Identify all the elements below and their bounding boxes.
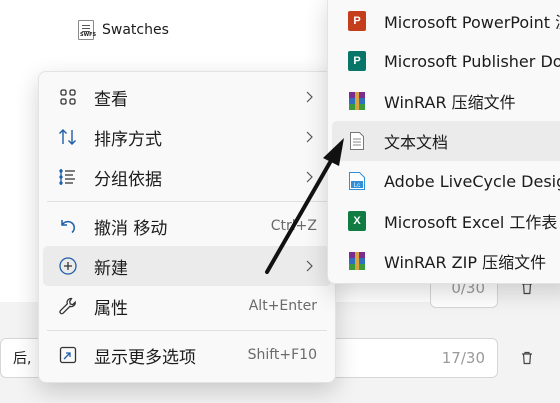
powerpoint-icon: P bbox=[346, 10, 368, 32]
text-document-icon bbox=[346, 130, 368, 152]
file-name: Swatches bbox=[102, 22, 169, 38]
field-text: 后, bbox=[13, 351, 32, 367]
chevron-right-icon bbox=[305, 259, 317, 273]
menu-item-properties[interactable]: 属性 Alt+Enter bbox=[43, 286, 331, 326]
submenu-item-excel[interactable]: X Microsoft Excel 工作表 bbox=[332, 201, 560, 241]
winrar-icon bbox=[346, 90, 368, 112]
shortcut-label: Shift+F10 bbox=[247, 347, 317, 363]
menu-separator bbox=[47, 330, 327, 331]
submenu-item-livecycle[interactable]: Lc Adobe LiveCycle Design bbox=[332, 161, 560, 201]
publisher-icon: P bbox=[346, 50, 368, 72]
winrar-zip-icon bbox=[346, 250, 368, 272]
file-item-swatches[interactable]: SWFS Swatches bbox=[78, 20, 169, 40]
delete-icon[interactable] bbox=[517, 348, 537, 368]
menu-item-sort[interactable]: 排序方式 bbox=[43, 117, 331, 157]
chevron-right-icon bbox=[305, 170, 317, 184]
chevron-right-icon bbox=[305, 90, 317, 104]
char-counter: 17/30 bbox=[441, 349, 485, 367]
svg-text:Lc: Lc bbox=[354, 183, 360, 189]
submenu-item-powerpoint[interactable]: P Microsoft PowerPoint 演 bbox=[332, 1, 560, 41]
menu-separator bbox=[47, 201, 327, 202]
grid-icon bbox=[57, 86, 79, 108]
wrench-icon bbox=[57, 295, 79, 317]
excel-icon: X bbox=[346, 210, 368, 232]
undo-icon bbox=[57, 215, 79, 237]
submenu-item-winrar[interactable]: WinRAR 压缩文件 bbox=[332, 81, 560, 121]
menu-item-group-by[interactable]: 分组依据 bbox=[43, 157, 331, 197]
shortcut-label: Ctrl+Z bbox=[270, 218, 317, 234]
menu-item-view[interactable]: 查看 bbox=[43, 77, 331, 117]
more-options-icon bbox=[57, 344, 79, 366]
submenu-item-text-document[interactable]: 文本文档 bbox=[332, 121, 560, 161]
group-list-icon bbox=[57, 166, 79, 188]
menu-item-undo-move[interactable]: 撤消 移动 Ctrl+Z bbox=[43, 206, 331, 246]
submenu-item-publisher[interactable]: P Microsoft Publisher Doc bbox=[332, 41, 560, 81]
new-submenu: P Microsoft PowerPoint 演 P Microsoft Pub… bbox=[327, 0, 560, 284]
menu-item-new[interactable]: 新建 bbox=[43, 246, 331, 286]
submenu-item-winrar-zip[interactable]: WinRAR ZIP 压缩文件 bbox=[332, 241, 560, 281]
new-plus-icon bbox=[57, 255, 79, 277]
file-icon: SWFS bbox=[78, 20, 96, 40]
shortcut-label: Alt+Enter bbox=[248, 298, 317, 314]
sort-icon bbox=[57, 126, 79, 148]
chevron-right-icon bbox=[305, 130, 317, 144]
context-menu: 查看 排序方式 分组依据 撤消 移动 Ctrl+Z 新建 属性 Alt+Ente… bbox=[38, 71, 336, 383]
livecycle-icon: Lc bbox=[346, 170, 368, 192]
menu-item-show-more-options[interactable]: 显示更多选项 Shift+F10 bbox=[43, 335, 331, 375]
